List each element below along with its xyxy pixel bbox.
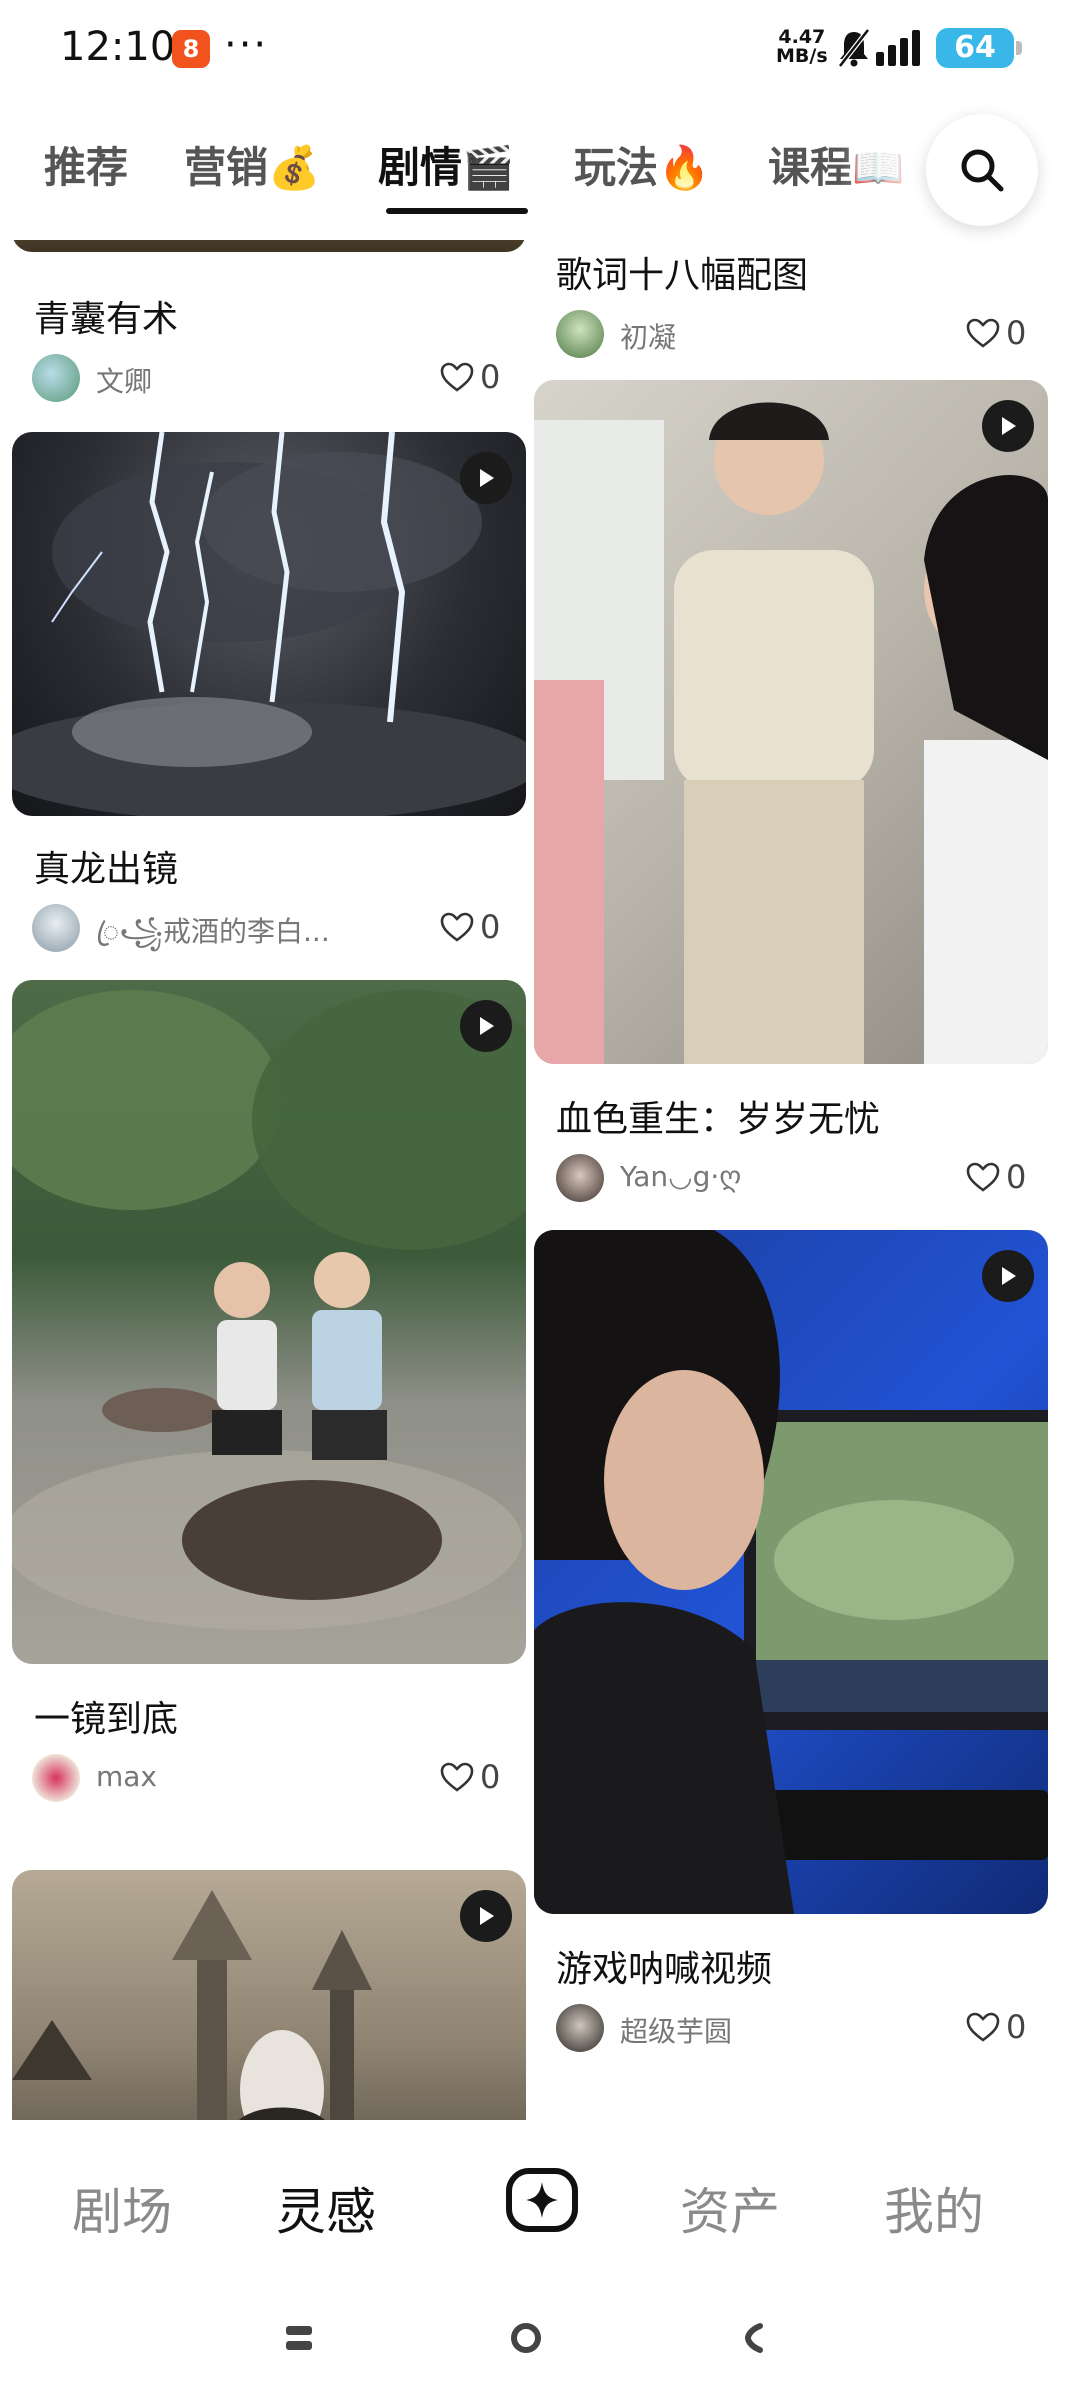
search-icon bbox=[961, 149, 1004, 192]
avatar bbox=[32, 904, 80, 952]
fire-icon: 🔥 bbox=[658, 143, 711, 192]
play-icon bbox=[480, 1907, 494, 1925]
play-button[interactable] bbox=[460, 1000, 512, 1052]
sparkle-create-icon[interactable] bbox=[506, 2168, 578, 2232]
tab-recommend[interactable]: 推荐 bbox=[44, 134, 128, 195]
signal-icon bbox=[876, 30, 920, 66]
tab-label: 营销 bbox=[184, 143, 269, 192]
card-cover-image[interactable] bbox=[12, 240, 526, 252]
card-title[interactable]: 一镜到底 bbox=[34, 1690, 178, 1742]
nav-theater[interactable]: 剧场 bbox=[72, 2172, 172, 2244]
nav-inspiration[interactable]: 灵感 bbox=[276, 2172, 376, 2244]
play-icon bbox=[1002, 1267, 1016, 1285]
like-count: 0 bbox=[480, 1758, 501, 1796]
tab-gameplay[interactable]: 玩法🔥 bbox=[574, 134, 710, 195]
app-notification-icon: 8 bbox=[172, 30, 210, 68]
like-count: 0 bbox=[1006, 314, 1027, 352]
drama-scene bbox=[534, 402, 1048, 1064]
play-button[interactable] bbox=[460, 1890, 512, 1942]
back-icon[interactable] bbox=[742, 2322, 766, 2354]
gaming-scene bbox=[534, 1230, 1048, 1914]
card-title[interactable]: 血色重生：岁岁无忧 bbox=[556, 1090, 880, 1142]
more-notifications-icon: ··· bbox=[224, 22, 269, 68]
tab-label: 玩法 bbox=[574, 143, 659, 192]
like-button[interactable]: 0 bbox=[966, 314, 1026, 352]
avatar bbox=[556, 2004, 604, 2052]
tab-label: 剧情 bbox=[378, 143, 463, 192]
avatar bbox=[556, 310, 604, 358]
play-icon bbox=[1002, 417, 1016, 435]
heart-icon bbox=[440, 1762, 474, 1792]
card-author: ꦿ꧁戒酒的李白... bbox=[96, 915, 330, 948]
heart-icon bbox=[966, 2012, 1000, 2042]
nav-assets[interactable]: 资产 bbox=[680, 2172, 780, 2244]
card-cover-image[interactable] bbox=[12, 1870, 526, 2120]
heart-icon bbox=[440, 912, 474, 942]
play-button[interactable] bbox=[982, 400, 1034, 452]
card-title[interactable]: 青囊有术 bbox=[34, 290, 178, 342]
nav-mine[interactable]: 我的 bbox=[884, 2172, 984, 2244]
photo-scene bbox=[12, 990, 526, 1630]
search-button[interactable] bbox=[926, 114, 1038, 226]
tab-label: 推荐 bbox=[44, 143, 129, 192]
play-button[interactable] bbox=[460, 452, 512, 504]
avatar bbox=[32, 354, 80, 402]
like-count: 0 bbox=[480, 908, 501, 946]
card-author: 文卿 bbox=[96, 365, 153, 398]
battery-icon: 64 bbox=[936, 28, 1022, 68]
clapper-icon: 🎬 bbox=[462, 143, 515, 192]
like-count: 0 bbox=[480, 358, 501, 396]
heart-icon bbox=[440, 362, 474, 392]
heart-icon bbox=[966, 318, 1000, 348]
play-icon bbox=[480, 1017, 494, 1035]
active-tab-indicator bbox=[386, 208, 528, 214]
card-cover-image[interactable] bbox=[12, 432, 526, 816]
money-bag-icon: 💰 bbox=[268, 143, 321, 192]
card-author: 超级芋圆 bbox=[620, 2015, 733, 2048]
tab-marketing[interactable]: 营销💰 bbox=[184, 134, 320, 195]
avatar bbox=[32, 1754, 80, 1802]
like-count: 0 bbox=[1006, 2008, 1027, 2046]
inspiration-feed[interactable]: 青囊有术 文卿 0 歌词十八幅配图 初凝 0 真龙出镜 ꦿ꧁戒酒的李白... 0… bbox=[0, 240, 1080, 2120]
bell-muted-icon bbox=[838, 28, 870, 68]
card-cover-image[interactable] bbox=[534, 380, 1048, 1064]
card-author: 初凝 bbox=[620, 321, 677, 354]
like-button[interactable]: 0 bbox=[966, 2008, 1026, 2046]
like-count: 0 bbox=[1006, 1158, 1027, 1196]
like-button[interactable]: 0 bbox=[440, 1758, 500, 1796]
recent-apps-icon[interactable] bbox=[284, 2324, 314, 2352]
network-speed: 4.47 MB/s bbox=[776, 28, 828, 66]
card-author: max bbox=[96, 1760, 158, 1793]
card-title[interactable]: 游戏呐喊视频 bbox=[556, 1940, 772, 1992]
card-author: Yan◡g·ღ bbox=[620, 1160, 742, 1193]
home-icon[interactable] bbox=[510, 2322, 542, 2354]
card-cover-image[interactable] bbox=[534, 1230, 1048, 1914]
card-cover-image[interactable] bbox=[12, 980, 526, 1664]
card-title[interactable]: 歌词十八幅配图 bbox=[556, 246, 808, 298]
category-tabs: 推荐 营销💰 剧情🎬 玩法🔥 课程📖 bbox=[0, 108, 1080, 228]
like-button[interactable]: 0 bbox=[966, 1158, 1026, 1196]
status-bar: 12:10 8 ··· 4.47 MB/s 64 bbox=[0, 0, 1080, 96]
play-icon bbox=[480, 469, 494, 487]
network-speed-unit: MB/s bbox=[776, 45, 828, 67]
like-button[interactable]: 0 bbox=[440, 358, 500, 396]
like-button[interactable]: 0 bbox=[440, 908, 500, 946]
tab-drama[interactable]: 剧情🎬 bbox=[378, 134, 514, 195]
pagoda-scene bbox=[12, 1890, 372, 2120]
heart-icon bbox=[966, 1162, 1000, 1192]
lightning-scene bbox=[12, 432, 526, 816]
system-navigation bbox=[0, 2276, 1080, 2400]
play-button[interactable] bbox=[982, 1250, 1034, 1302]
card-title[interactable]: 真龙出镜 bbox=[34, 840, 178, 892]
bottom-navigation: 剧场 灵感 资产 我的 bbox=[0, 2126, 1080, 2276]
avatar bbox=[556, 1154, 604, 1202]
status-time: 12:10 bbox=[60, 24, 176, 70]
